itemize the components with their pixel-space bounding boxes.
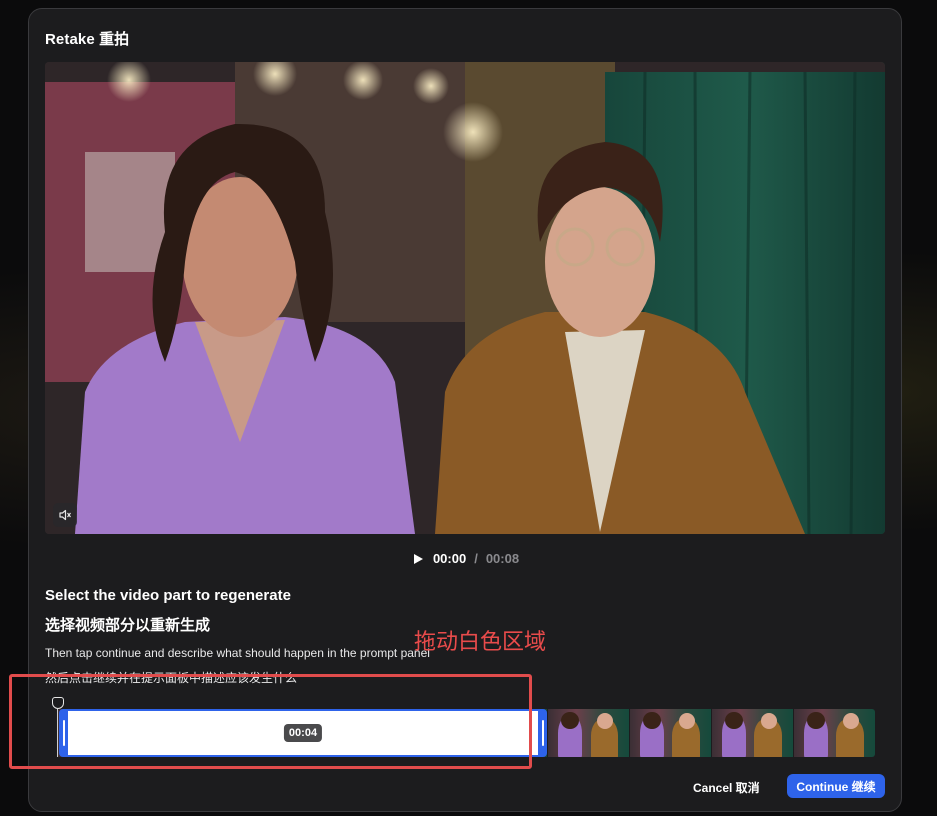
- video-thumbnail: [630, 709, 712, 757]
- video-thumbnail: [712, 709, 794, 757]
- time-separator: /: [474, 551, 478, 566]
- video-frame: [45, 62, 885, 534]
- instruction-body: Then tap continue and describe what shou…: [45, 646, 430, 660]
- selection-end-handle[interactable]: [538, 711, 547, 755]
- playback-controls: 00:00 / 00:08: [29, 551, 901, 566]
- instruction-title: Select the video part to regenerate: [45, 587, 291, 604]
- grip-icon: [541, 720, 544, 746]
- instruction-title-cn: 选择视频部分以重新生成: [45, 617, 211, 634]
- play-icon: [413, 553, 423, 564]
- speaker-muted-icon: [59, 509, 71, 521]
- total-time: 00:08: [485, 551, 520, 566]
- annotation-highlight-box: [9, 674, 532, 769]
- cancel-button[interactable]: Cancel 取消: [693, 776, 760, 798]
- play-button[interactable]: [411, 552, 425, 566]
- dialog-title: Retake 重拍: [45, 31, 130, 48]
- video-thumbnail: [794, 709, 875, 757]
- continue-button[interactable]: Continue 继续: [787, 774, 885, 798]
- video-thumbnail: [548, 709, 630, 757]
- video-player[interactable]: [45, 62, 885, 534]
- mute-button[interactable]: [53, 503, 77, 527]
- current-time: 00:00: [432, 551, 467, 566]
- annotation-text: 拖动白色区域: [414, 629, 547, 654]
